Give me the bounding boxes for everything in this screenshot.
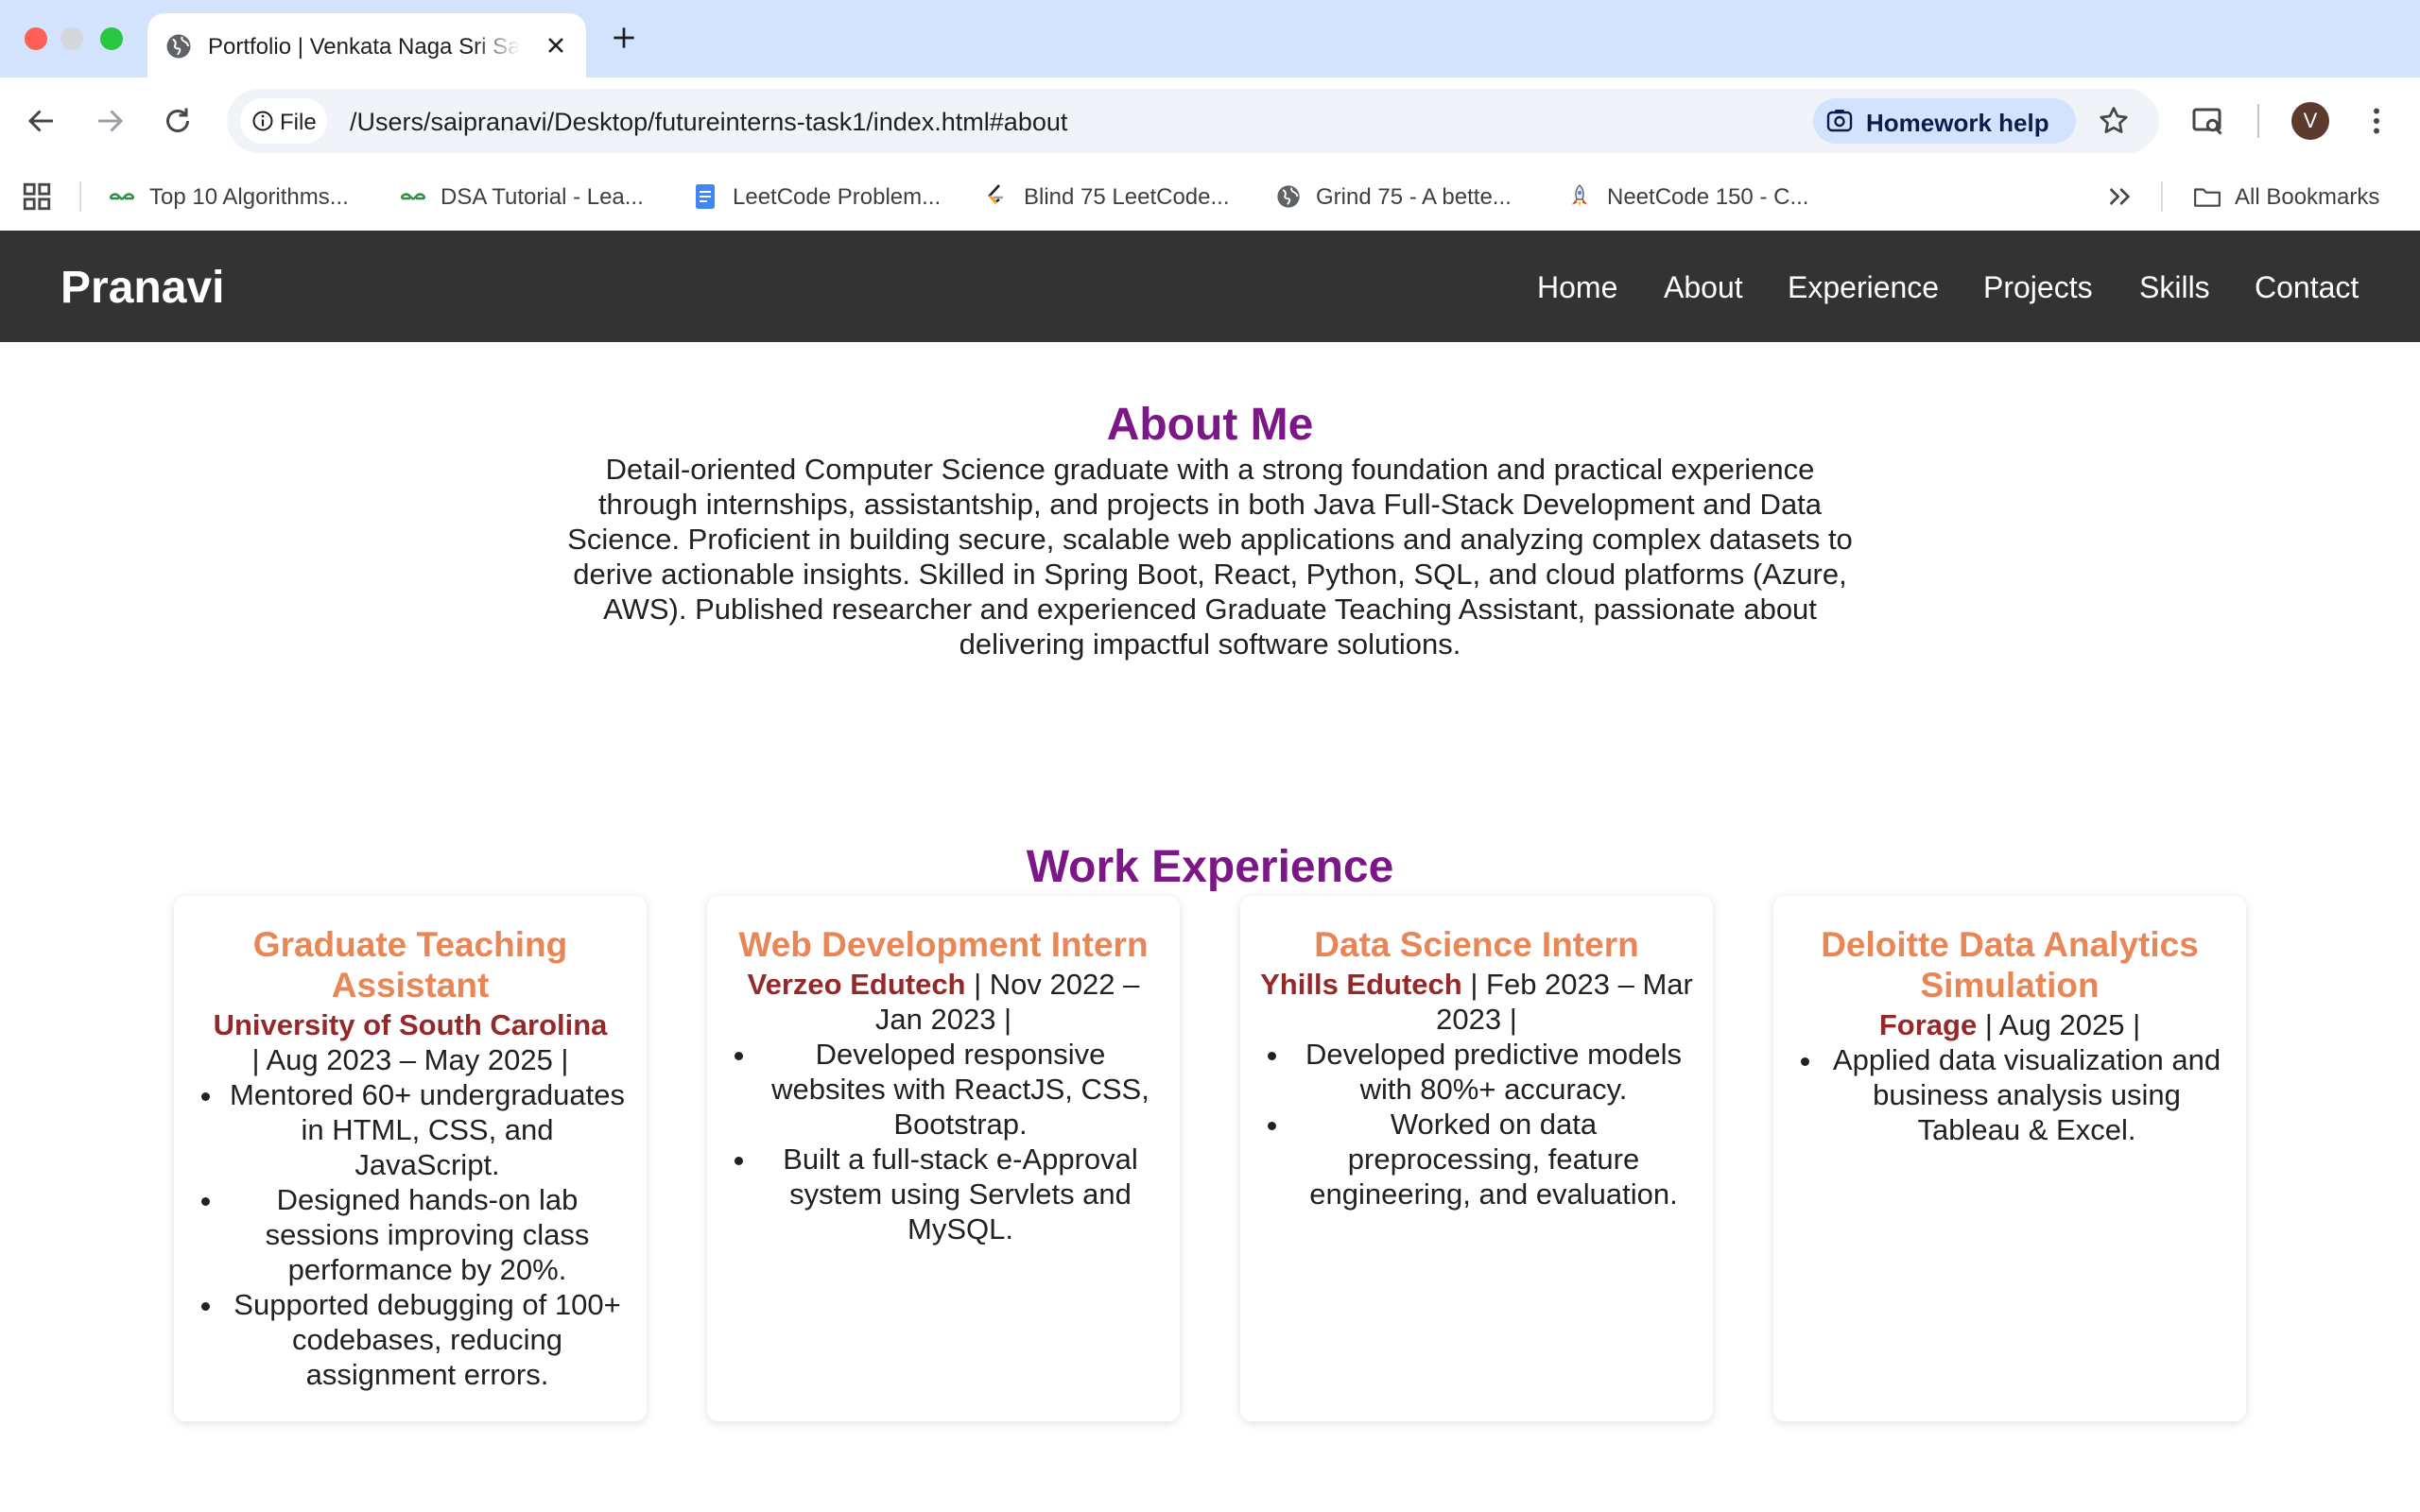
nav-home[interactable]: Home bbox=[1537, 270, 1617, 305]
job-bullets: Developed predictive models with 80%+ ac… bbox=[1257, 1037, 1696, 1211]
job-title: Graduate Teaching Assistant bbox=[252, 925, 568, 1005]
bookmarks-divider bbox=[2161, 181, 2163, 212]
job-bullets: Developed responsive websites with React… bbox=[724, 1037, 1163, 1246]
site-navbar: Pranavi Home About Experience Projects S… bbox=[0, 231, 2420, 342]
site-info-chip[interactable]: File bbox=[240, 98, 327, 144]
bookmarks-divider bbox=[79, 181, 81, 212]
reload-icon[interactable] bbox=[161, 104, 195, 138]
tab-title: Portfolio | Venkata Naga Sri Sai Pranavi bbox=[208, 34, 520, 60]
job-title: Deloitte Data Analytics Simulation bbox=[1821, 925, 2199, 1005]
company-name: Forage bbox=[1878, 1008, 1978, 1041]
company-name: Verzeo Edutech bbox=[747, 968, 966, 1001]
nav-experience[interactable]: Experience bbox=[1788, 270, 1939, 305]
globe-icon bbox=[1277, 185, 1300, 208]
job-meta: Yhills Edutech | Feb 2023 – Mar 2023 | bbox=[1257, 967, 1696, 1037]
homework-help-button[interactable]: Homework help bbox=[1813, 98, 2076, 144]
experience-heading: Work Experience bbox=[1026, 842, 1394, 892]
job-bullet: Applied data visualization and business … bbox=[1824, 1042, 2229, 1147]
folder-icon bbox=[2194, 188, 2221, 207]
bookmarks-bar: Top 10 Algorithms... DSA Tutorial - Lea.… bbox=[0, 164, 2420, 231]
tab-search-icon[interactable] bbox=[2191, 104, 2225, 138]
back-arrow-icon[interactable] bbox=[25, 104, 59, 138]
nav-about[interactable]: About bbox=[1664, 270, 1743, 305]
tab-strip: Portfolio | Venkata Naga Sri Sai Pranavi bbox=[0, 0, 2420, 77]
about-heading: About Me bbox=[1106, 400, 1314, 450]
camera-search-icon bbox=[1826, 110, 1853, 132]
job-bullet: Developed predictive models with 80%+ ac… bbox=[1291, 1037, 1696, 1107]
google-docs-icon bbox=[696, 184, 715, 209]
job-dates: | Aug 2023 – May 2025 | bbox=[251, 1043, 569, 1076]
job-bullet: Supported debugging of 100+ codebases, r… bbox=[225, 1287, 630, 1392]
company-name: University of South Carolina bbox=[213, 1008, 608, 1041]
job-dates: | Aug 2025 | bbox=[1984, 1008, 2141, 1041]
job-meta: University of South Carolina | Aug 2023 … bbox=[191, 1007, 630, 1077]
menu-dots-icon[interactable] bbox=[2360, 104, 2394, 138]
job-dates: | Feb 2023 – Mar 2023 | bbox=[1436, 968, 1693, 1036]
bookmark-label: LeetCode Problem... bbox=[733, 184, 942, 210]
geeksforgeeks-icon bbox=[400, 193, 426, 200]
close-icon[interactable] bbox=[543, 32, 569, 59]
job-bullet: Designed hands-on lab sessions improving… bbox=[225, 1182, 630, 1287]
page-viewport: Pranavi Home About Experience Projects S… bbox=[0, 231, 2420, 1512]
bookmark-label: Top 10 Algorithms... bbox=[149, 184, 349, 210]
leetcode-icon bbox=[988, 184, 1003, 204]
job-bullets: Applied data visualization and business … bbox=[1790, 1042, 2229, 1147]
url-text[interactable]: /Users/saipranavi/Desktop/futureinterns-… bbox=[350, 108, 1067, 137]
nav-skills[interactable]: Skills bbox=[2139, 270, 2210, 305]
globe-icon bbox=[166, 34, 191, 59]
job-meta: Verzeo Edutech | Nov 2022 – Jan 2023 | bbox=[724, 967, 1163, 1037]
window-minimize-button[interactable] bbox=[60, 27, 83, 50]
homework-help-label: Homework help bbox=[1866, 109, 2049, 137]
apps-grid-icon[interactable] bbox=[21, 180, 53, 213]
job-bullet: Built a full-stack e-Approval system usi… bbox=[758, 1142, 1163, 1246]
new-tab-icon[interactable] bbox=[609, 23, 639, 53]
site-brand[interactable]: Pranavi bbox=[60, 262, 224, 314]
bookmark-label: NeetCode 150 - C... bbox=[1607, 184, 1809, 210]
bookmark-label: Grind 75 - A bette... bbox=[1316, 184, 1512, 210]
site-chip-label: File bbox=[280, 110, 317, 135]
geeksforgeeks-icon bbox=[109, 193, 135, 200]
profile-avatar[interactable]: V bbox=[2291, 102, 2329, 140]
experience-card: Deloitte Data Analytics Simulation Forag… bbox=[1773, 896, 2246, 1421]
job-bullet: Worked on data preprocessing, feature en… bbox=[1291, 1107, 1696, 1211]
company-name: Yhills Edutech bbox=[1260, 968, 1462, 1001]
window-maximize-button[interactable] bbox=[100, 27, 123, 50]
job-title: Data Science Intern bbox=[1314, 925, 1639, 964]
browser-tab[interactable]: Portfolio | Venkata Naga Sri Sai Pranavi bbox=[147, 13, 586, 77]
about-text: Detail-oriented Computer Science graduat… bbox=[567, 453, 1853, 661]
bookmark-label: DSA Tutorial - Lea... bbox=[441, 184, 644, 210]
job-title: Web Development Intern bbox=[738, 925, 1149, 964]
toolbar-divider bbox=[2257, 104, 2259, 138]
rocket-icon bbox=[1571, 184, 1588, 207]
job-meta: Forage | Aug 2025 | bbox=[1790, 1007, 2229, 1042]
forward-arrow-icon[interactable] bbox=[93, 104, 127, 138]
job-bullets: Mentored 60+ undergraduates in HTML, CSS… bbox=[191, 1077, 630, 1392]
nav-contact[interactable]: Contact bbox=[2255, 270, 2359, 305]
job-bullet: Developed responsive websites with React… bbox=[758, 1037, 1163, 1142]
nav-projects[interactable]: Projects bbox=[1983, 270, 2093, 305]
bookmark-star-icon[interactable] bbox=[2097, 104, 2131, 138]
all-bookmarks-label: All Bookmarks bbox=[2235, 184, 2380, 210]
experience-card: Data Science Intern Yhills Edutech | Feb… bbox=[1240, 896, 1713, 1421]
job-bullet: Mentored 60+ undergraduates in HTML, CSS… bbox=[225, 1077, 630, 1182]
experience-card: Web Development Intern Verzeo Edutech | … bbox=[707, 896, 1180, 1421]
experience-card: Graduate Teaching Assistant University o… bbox=[174, 896, 647, 1421]
address-bar[interactable]: File /Users/saipranavi/Desktop/futureint… bbox=[227, 89, 2159, 153]
info-icon bbox=[252, 111, 273, 131]
browser-toolbar: File /Users/saipranavi/Desktop/futureint… bbox=[0, 77, 2420, 164]
window-close-button[interactable] bbox=[25, 27, 47, 50]
bookmark-label: Blind 75 LeetCode... bbox=[1024, 184, 1230, 210]
chevron-double-right-icon[interactable] bbox=[2104, 181, 2135, 212]
